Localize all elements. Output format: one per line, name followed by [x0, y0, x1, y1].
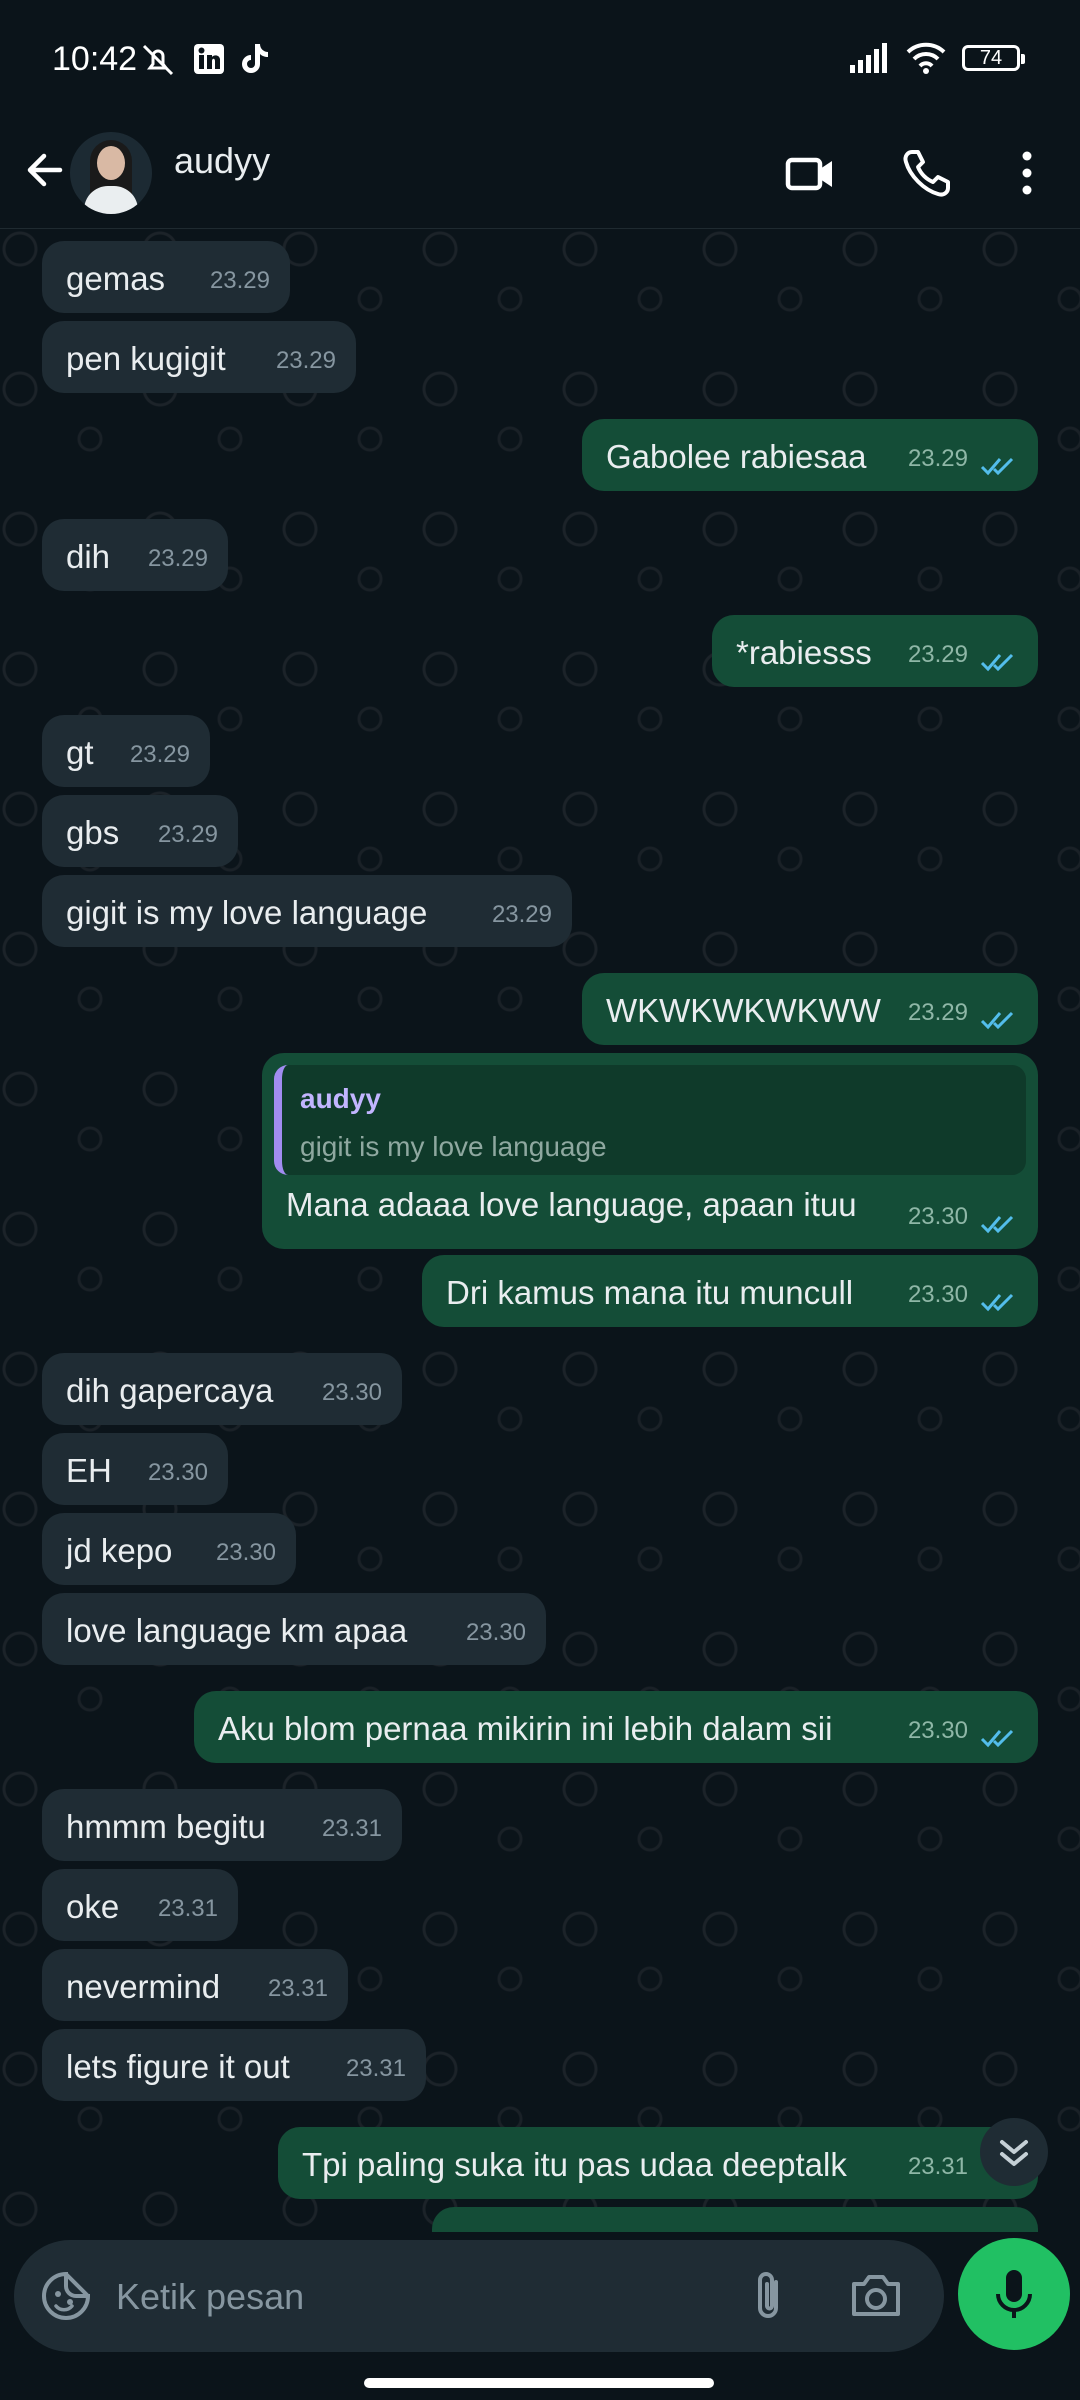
- voice-call-icon[interactable]: [892, 138, 962, 208]
- status-system-icons: 74: [850, 42, 1025, 74]
- read-ticks-icon: [980, 1729, 1014, 1748]
- message-incoming[interactable]: gt 23.29: [42, 715, 210, 787]
- message-time: 23.30: [321, 1379, 382, 1406]
- message-time: 23.29: [907, 641, 968, 668]
- message-time: 23.30: [907, 1203, 968, 1230]
- message-time: 23.29: [209, 267, 270, 294]
- read-ticks-icon: [980, 653, 1014, 672]
- message-incoming[interactable]: oke 23.31: [42, 1869, 238, 1941]
- message-time: 23.30: [907, 1281, 968, 1308]
- message-time: 23.30: [465, 1619, 526, 1646]
- double-chevron-down-icon: [1000, 2140, 1028, 2166]
- message-composer: [14, 2240, 944, 2352]
- message-outgoing-partial[interactable]: [432, 2207, 1038, 2232]
- status-notification-icons: [138, 42, 270, 78]
- message-outgoing-reply[interactable]: audyy gigit is my love language Mana ada…: [262, 1053, 1038, 1249]
- message-incoming[interactable]: dih 23.29: [42, 519, 228, 591]
- system-navigation-bar: [0, 2360, 1080, 2400]
- battery-level: 74: [979, 46, 1003, 69]
- quoted-author: audyy: [300, 1083, 381, 1114]
- message-incoming[interactable]: gigit is my love language 23.29: [42, 875, 572, 947]
- message-outgoing[interactable]: Dri kamus mana itu muncull 23.30: [422, 1255, 1038, 1327]
- battery-indicator: 74: [962, 45, 1025, 71]
- scroll-to-bottom-button[interactable]: [980, 2118, 1048, 2186]
- message-incoming[interactable]: EH 23.30: [42, 1433, 228, 1505]
- read-ticks-icon: [980, 1011, 1014, 1030]
- status-bar: 10:42 74: [0, 0, 1080, 118]
- status-time: 10:42: [52, 40, 138, 78]
- message-time: 23.30: [215, 1539, 276, 1566]
- message-time: 23.29: [147, 545, 208, 572]
- quoted-text: gigit is my love language: [300, 1131, 607, 1162]
- linkedin-icon: [194, 44, 224, 74]
- message-incoming[interactable]: jd kepo 23.30: [42, 1513, 296, 1585]
- message-outgoing[interactable]: Tpi paling suka itu pas udaa deeptalk 23…: [278, 2127, 1038, 2199]
- message-input[interactable]: [114, 2260, 718, 2334]
- voice-record-button[interactable]: [958, 2238, 1070, 2350]
- message-incoming[interactable]: gemas 23.29: [42, 241, 290, 313]
- message-incoming[interactable]: dih gapercaya 23.30: [42, 1353, 402, 1425]
- message-time: 23.31: [321, 1815, 382, 1842]
- paperclip-icon[interactable]: [740, 2266, 800, 2326]
- read-ticks-icon: [980, 1293, 1014, 1312]
- chat-header: audyy: [0, 118, 1080, 229]
- message-outgoing[interactable]: WKWKWKWKWW 23.29: [582, 973, 1038, 1045]
- message-time: 23.29: [907, 445, 968, 472]
- message-incoming[interactable]: love language km apaa 23.30: [42, 1593, 546, 1665]
- message-outgoing[interactable]: *rabiesss 23.29: [712, 615, 1038, 687]
- read-ticks-icon: [980, 1215, 1014, 1234]
- message-time: 23.31: [907, 2153, 968, 2180]
- message-time: 23.31: [157, 1895, 218, 1922]
- message-incoming[interactable]: nevermind 23.31: [42, 1949, 348, 2021]
- message-time: 23.30: [907, 1717, 968, 1744]
- message-time: 23.29: [491, 901, 552, 928]
- message-incoming[interactable]: gbs 23.29: [42, 795, 238, 867]
- video-call-icon[interactable]: [774, 138, 844, 208]
- read-ticks-icon: [980, 457, 1014, 476]
- message-time: 23.31: [345, 2055, 406, 2082]
- more-options-icon[interactable]: [992, 138, 1062, 208]
- message-time: 23.29: [907, 999, 968, 1026]
- wifi-icon: [906, 42, 946, 74]
- tiktok-icon: [242, 44, 268, 73]
- message-time: 23.29: [157, 821, 218, 848]
- signal-icon: [850, 43, 887, 73]
- message-outgoing[interactable]: Gabolee rabiesaa 23.29: [582, 419, 1038, 491]
- message-incoming[interactable]: pen kugigit 23.29: [42, 321, 356, 393]
- message-time: 23.29: [275, 347, 336, 374]
- message-time: 23.29: [129, 741, 190, 768]
- message-time: 23.30: [147, 1459, 208, 1486]
- emoji-sticker-icon[interactable]: [36, 2266, 96, 2326]
- microphone-icon: [996, 2270, 1032, 2318]
- message-incoming[interactable]: hmmm begitu 23.31: [42, 1789, 402, 1861]
- quoted-message[interactable]: audyy gigit is my love language: [274, 1065, 1026, 1175]
- contact-avatar[interactable]: [70, 132, 152, 214]
- message-list[interactable]: gemas 23.29 pen kugigit 23.29 Gabolee ra…: [0, 229, 1080, 2232]
- message-outgoing[interactable]: Aku blom pernaa mikirin ini lebih dalam …: [194, 1691, 1038, 1763]
- message-time: 23.31: [267, 1975, 328, 2002]
- contact-name[interactable]: audyy: [174, 140, 270, 182]
- home-gesture-pill[interactable]: [364, 2378, 714, 2388]
- camera-icon[interactable]: [844, 2266, 908, 2326]
- muted-bell-icon: [142, 44, 174, 76]
- back-arrow-icon[interactable]: [16, 140, 76, 200]
- message-incoming[interactable]: lets figure it out 23.31: [42, 2029, 426, 2101]
